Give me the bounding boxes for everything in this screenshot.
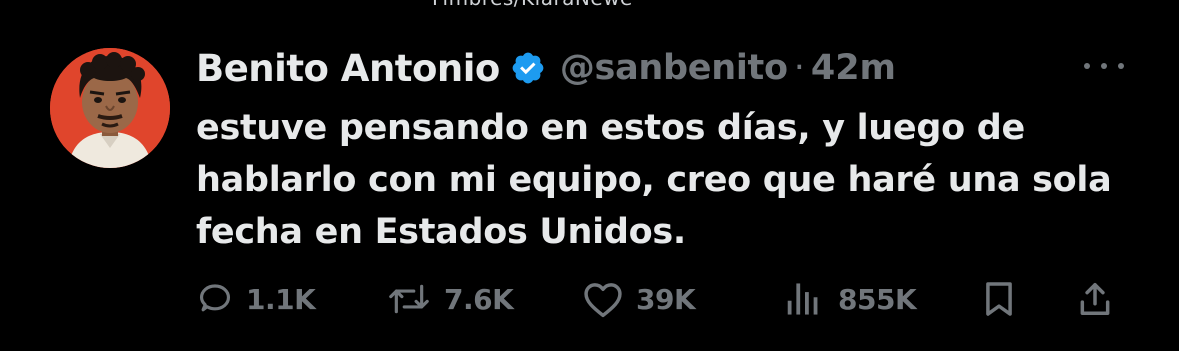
heart-icon (584, 283, 622, 318)
header-separator: · (793, 48, 805, 88)
share-button[interactable] (1076, 274, 1114, 324)
like-count: 39K (636, 282, 696, 316)
author-handle[interactable]: @sanbenito (560, 48, 788, 88)
reply-button[interactable]: 1.1K (196, 274, 316, 324)
views-icon (787, 283, 818, 315)
top-banner-text: Fimbres/KlaraNewe (432, 0, 633, 10)
bookmark-button[interactable] (980, 274, 1018, 324)
tweet-text: estuve pensando en estos días, y luego d… (196, 108, 1112, 252)
like-button[interactable]: 39K (582, 274, 696, 324)
top-banner-strip: Fimbres/KlaraNewe (0, 0, 1179, 10)
tweet-timestamp[interactable]: 42m (811, 48, 896, 88)
repost-icon (389, 284, 429, 314)
more-dots-icon[interactable] (1084, 54, 1124, 78)
more-dot (1101, 63, 1107, 69)
views-count: 855K (838, 282, 917, 316)
bookmark-icon (986, 282, 1012, 316)
reply-count: 1.1K (246, 282, 316, 316)
tweet-header: Benito Antonio @sanbenito · 42m (196, 44, 896, 92)
repost-count: 7.6K (444, 282, 514, 316)
repost-button[interactable]: 7.6K (386, 274, 514, 324)
author-display-name[interactable]: Benito Antonio (196, 47, 500, 90)
views-button[interactable]: 855K (784, 274, 917, 324)
avatar[interactable] (50, 48, 170, 168)
more-dot (1118, 63, 1124, 69)
verified-badge-icon[interactable] (510, 50, 546, 86)
profile-photo (50, 48, 170, 168)
more-dot (1084, 63, 1090, 69)
reply-icon (199, 284, 231, 312)
share-icon (1080, 283, 1110, 315)
